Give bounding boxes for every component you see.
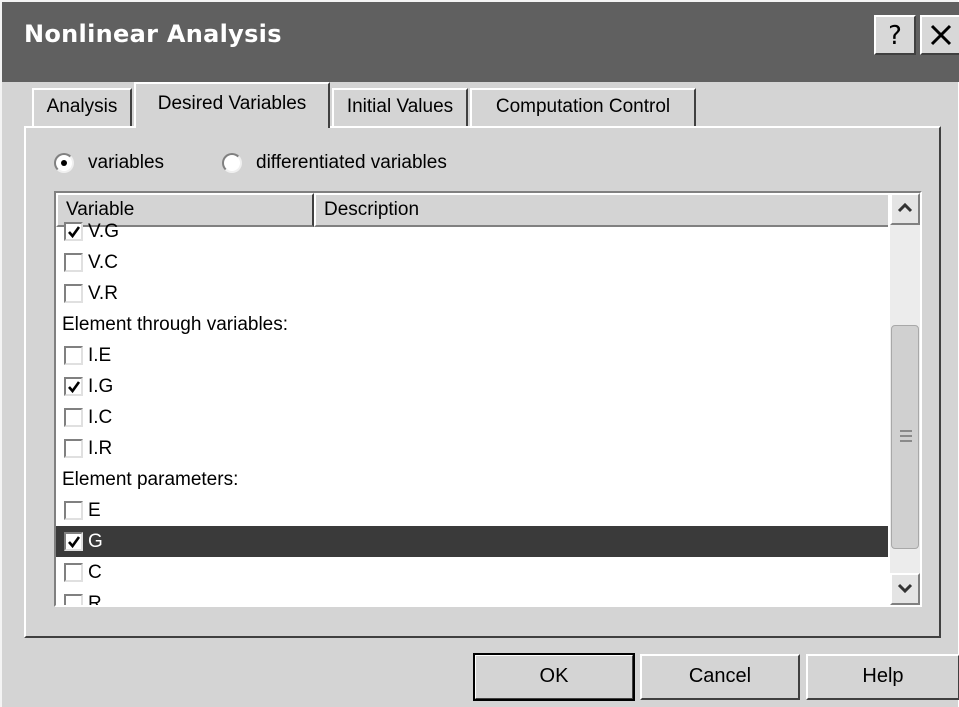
svg-text:?: ? xyxy=(888,21,902,49)
variable-list[interactable]: Variable Description V.G V.C V.R Element th… xyxy=(54,191,922,607)
checkbox[interactable] xyxy=(64,253,83,272)
vertical-scrollbar[interactable] xyxy=(890,193,920,605)
help-button[interactable]: Help xyxy=(806,654,959,700)
list-item[interactable]: R xyxy=(56,588,888,605)
chevron-down-icon xyxy=(897,580,913,598)
list-item[interactable]: E xyxy=(56,495,888,526)
check-icon xyxy=(68,226,81,239)
list-group-header: Element through variables: xyxy=(56,309,888,340)
list-item[interactable]: I.E xyxy=(56,340,888,371)
tab-label: Desired Variables xyxy=(157,93,307,114)
radio-label: differentiated variables xyxy=(256,152,447,173)
list-viewport: Variable Description V.G V.C V.R Element th… xyxy=(56,193,888,605)
chevron-up-icon xyxy=(897,200,913,218)
list-item[interactable]: G xyxy=(56,526,888,557)
ok-button[interactable]: OK xyxy=(473,653,635,701)
variable-label: R xyxy=(88,593,102,605)
tab-label: Analysis xyxy=(46,96,118,117)
radio-button[interactable] xyxy=(222,153,242,173)
list-rows: V.G V.C V.R Element through variables: I.E I.… xyxy=(56,216,888,605)
scroll-down-button[interactable] xyxy=(890,573,920,605)
scroll-up-button[interactable] xyxy=(890,193,920,225)
variable-label: I.R xyxy=(88,438,113,459)
list-item[interactable]: I.R xyxy=(56,433,888,464)
checkbox[interactable] xyxy=(64,532,83,551)
variable-label: I.G xyxy=(88,376,114,397)
checkbox[interactable] xyxy=(64,439,83,458)
tab-label: Initial Values xyxy=(346,96,454,117)
variable-label: G xyxy=(88,531,103,552)
variable-label: V.R xyxy=(88,283,118,304)
checkbox[interactable] xyxy=(64,563,83,582)
checkbox[interactable] xyxy=(64,377,83,396)
check-icon xyxy=(68,381,81,394)
checkbox[interactable] xyxy=(64,501,83,520)
list-item[interactable]: I.C xyxy=(56,402,888,433)
scroll-thumb[interactable] xyxy=(891,325,919,549)
radio-label: variables xyxy=(88,152,165,173)
checkbox[interactable] xyxy=(64,346,83,365)
list-item[interactable]: V.R xyxy=(56,278,888,309)
variable-label: I.C xyxy=(88,407,113,428)
title-bar[interactable]: Nonlinear Analysis ? xyxy=(2,2,959,82)
cancel-button[interactable]: Cancel xyxy=(640,654,800,700)
tab-computation-control[interactable]: Computation Control xyxy=(470,88,696,126)
tab-desired-variables[interactable]: Desired Variables xyxy=(134,82,330,128)
close-button[interactable] xyxy=(920,15,959,55)
list-item[interactable]: V.G xyxy=(56,216,888,247)
checkbox[interactable] xyxy=(64,408,83,427)
variable-label: V.G xyxy=(88,221,119,242)
close-icon xyxy=(929,23,953,47)
checkbox[interactable] xyxy=(64,222,83,241)
radio-variables[interactable]: variables xyxy=(54,148,164,178)
list-group-header: Element parameters: xyxy=(56,464,888,495)
variable-label: V.C xyxy=(88,252,118,273)
question-icon: ? xyxy=(882,21,908,49)
grip-icon xyxy=(900,430,912,445)
dialog-window: Nonlinear Analysis ? Analysis Desired Va… xyxy=(0,0,959,707)
help-title-button[interactable]: ? xyxy=(874,15,916,55)
radio-button[interactable] xyxy=(54,153,74,173)
tab-initial-values[interactable]: Initial Values xyxy=(332,88,468,126)
list-item[interactable]: I.G xyxy=(56,371,888,402)
variable-label: E xyxy=(88,500,101,521)
variable-label: I.E xyxy=(88,345,112,366)
tab-label: Computation Control xyxy=(495,96,671,117)
radio-differentiated-variables[interactable]: differentiated variables xyxy=(222,148,447,178)
tab-analysis[interactable]: Analysis xyxy=(32,88,132,126)
list-item[interactable]: V.C xyxy=(56,247,888,278)
variable-label: C xyxy=(88,562,102,583)
group-label: Element parameters: xyxy=(62,469,239,490)
checkbox[interactable] xyxy=(64,594,83,605)
check-icon xyxy=(68,536,81,549)
list-item[interactable]: C xyxy=(56,557,888,588)
window-title: Nonlinear Analysis xyxy=(24,20,282,48)
group-label: Element through variables: xyxy=(62,314,289,335)
checkbox[interactable] xyxy=(64,284,83,303)
